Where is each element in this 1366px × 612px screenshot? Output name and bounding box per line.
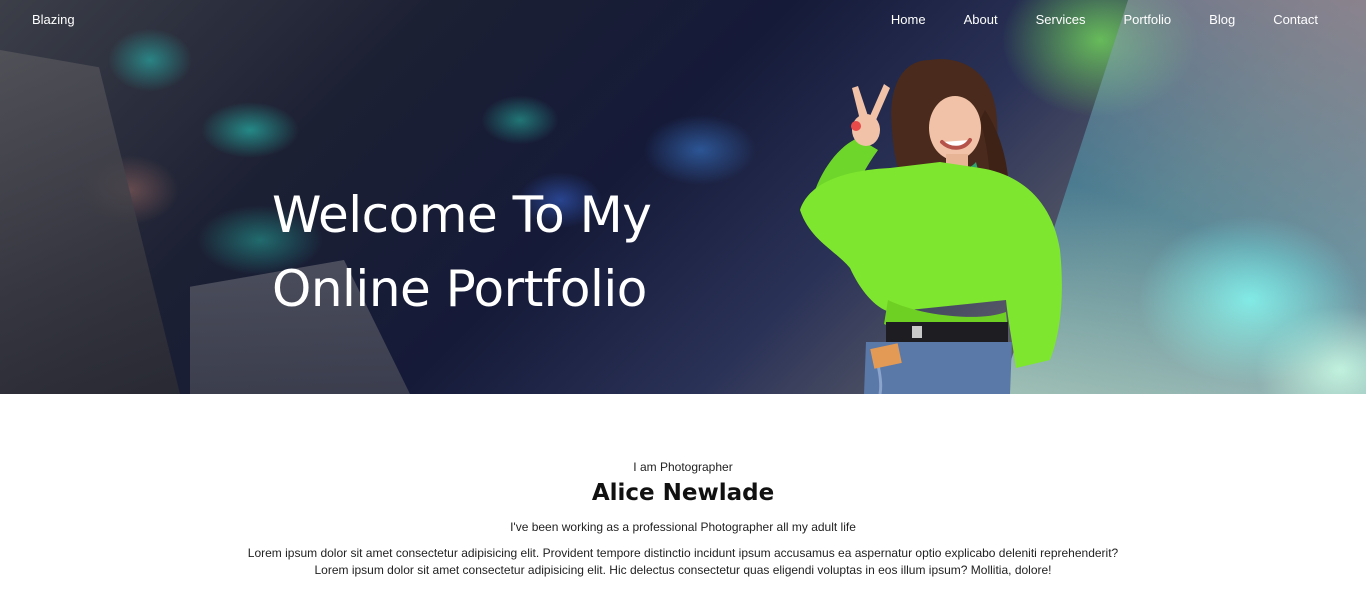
hero-title-line: Online Portfolio: [272, 260, 647, 318]
about-description: Lorem ipsum dolor sit amet consectetur a…: [183, 545, 1183, 579]
nav-link-services[interactable]: Services: [1036, 12, 1086, 27]
description-line: Lorem ipsum dolor sit amet consectetur a…: [314, 563, 1052, 577]
hero-background-shape: [0, 50, 180, 394]
tagline-text: I've been working as a professional Phot…: [510, 520, 856, 534]
nav-link-about[interactable]: About: [964, 12, 998, 27]
hero-title-line: Welcome To My: [272, 186, 652, 244]
nav-link-home[interactable]: Home: [891, 12, 926, 27]
hero-title: Welcome To My Online Portfolio: [272, 178, 732, 326]
top-navbar: Blazing Home About Services Portfolio Bl…: [0, 0, 1366, 38]
nav-link-blog[interactable]: Blog: [1209, 12, 1235, 27]
nav-link-contact[interactable]: Contact: [1273, 12, 1318, 27]
person-name-heading: Alice Newlade: [591, 480, 775, 506]
about-section: I am Photographer Alice Newlade I've bee…: [0, 394, 1366, 612]
description-line: Lorem ipsum dolor sit amet consectetur a…: [247, 546, 1119, 560]
nav-link-portfolio[interactable]: Portfolio: [1123, 12, 1171, 27]
brand-logo-link[interactable]: Blazing: [32, 12, 75, 27]
nav-links: Home About Services Portfolio Blog Conta…: [891, 12, 1318, 27]
portfolio-person-photo: [800, 59, 1062, 394]
hero-section: Blazing Home About Services Portfolio Bl…: [0, 0, 1366, 394]
profession-subtitle: I am Photographer: [633, 460, 733, 474]
